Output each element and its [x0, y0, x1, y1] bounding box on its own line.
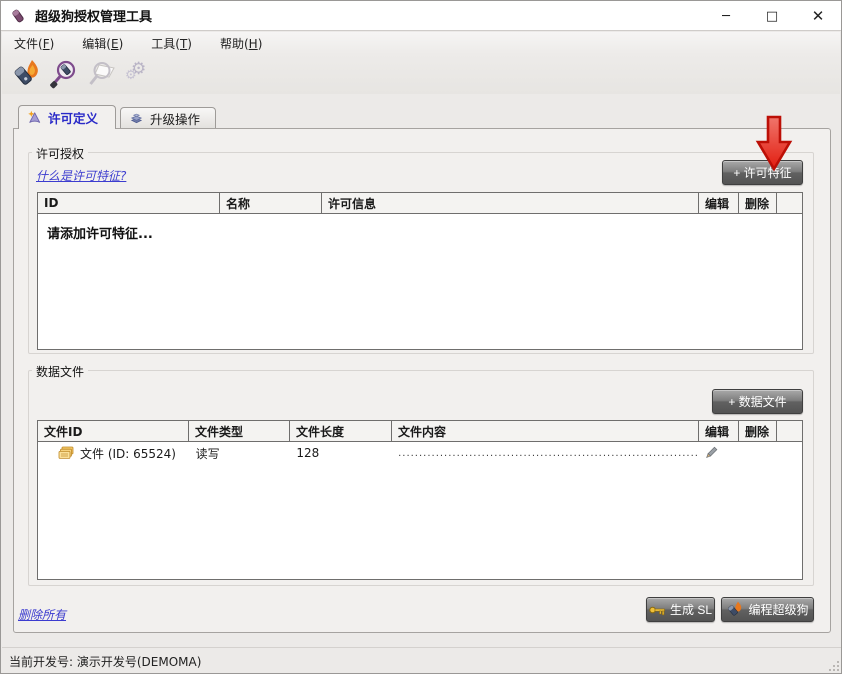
close-button[interactable]: ✕: [795, 1, 841, 31]
superdog-dongle-icon: [726, 601, 743, 618]
menu-bar: 文件(F) 编辑(E) 工具(T) 帮助(H): [2, 32, 840, 54]
file-edit-cell: [698, 442, 738, 464]
col-delete: 删除: [739, 192, 777, 214]
file-type-cell: 读写: [190, 442, 291, 464]
file-id-cell: 文件 (ID: 65524): [38, 442, 190, 464]
license-table-header: ID 名称 许可信息 编辑 删除: [37, 192, 803, 214]
program-superdog-label: 编程超级狗: [748, 601, 808, 618]
tab-upgrade-label: 升级操作: [150, 109, 200, 128]
maximize-button[interactable]: □: [749, 1, 795, 31]
menu-file[interactable]: 文件(F): [10, 33, 64, 54]
license-badge-icon: [27, 110, 42, 125]
title-bar: 超级狗授权管理工具 ─ □ ✕: [1, 1, 841, 31]
program-superdog-icon[interactable]: [10, 58, 42, 90]
settings-gears-icon[interactable]: ⚙ ⚙: [124, 58, 156, 90]
resize-grip[interactable]: [828, 660, 840, 672]
license-group-title: 许可授权: [32, 145, 88, 162]
col-name: 名称: [220, 192, 322, 214]
col-filler: [777, 192, 803, 214]
col-file-edit: 编辑: [699, 420, 739, 442]
annotation-arrow: [753, 115, 795, 173]
col-file-type: 文件类型: [189, 420, 290, 442]
menu-edit[interactable]: 编辑(E): [78, 33, 133, 54]
current-developer-id: 当前开发号: 演示开发号(DEMOMA): [9, 653, 201, 670]
toolbar: ⚙ ⚙: [2, 54, 840, 94]
license-table-body: 请添加许可特征...: [37, 214, 803, 350]
file-id-text: 文件 (ID: 65524): [80, 445, 176, 462]
empty-license-message: 请添加许可特征...: [38, 214, 802, 242]
file-delete-cell: [738, 442, 776, 464]
data-file-row[interactable]: 文件 (ID: 65524) 读写 128 ..................…: [38, 442, 802, 464]
col-license-info: 许可信息: [322, 192, 699, 214]
tab-license-label: 许可定义: [48, 108, 98, 127]
menu-help[interactable]: 帮助(H): [216, 33, 272, 54]
license-table: ID 名称 许可信息 编辑 删除 请添加许可特征...: [37, 192, 803, 350]
data-file-icon: [58, 446, 74, 460]
tab-license-definition[interactable]: 许可定义: [18, 105, 116, 129]
add-data-file-button[interactable]: + 数据文件: [712, 389, 803, 414]
generate-sl-label: 生成 SL: [670, 601, 712, 618]
key-icon: [649, 604, 665, 616]
col-id: ID: [37, 192, 220, 214]
menu-tools[interactable]: 工具(T): [147, 33, 202, 54]
license-definition-panel: 许可授权 什么是许可特征? + 许可特征 ID 名称 许可信息 编辑 删除 请添…: [13, 128, 831, 633]
window-title: 超级狗授权管理工具: [35, 6, 152, 25]
col-file-content: 文件内容: [392, 420, 699, 442]
status-bar: 当前开发号: 演示开发号(DEMOMA): [2, 647, 842, 674]
file-length-cell: 128: [290, 442, 392, 464]
minimize-button[interactable]: ─: [703, 1, 749, 31]
app-icon: [10, 8, 26, 24]
file-content-dots: ........................................…: [398, 448, 698, 459]
data-files-group-title: 数据文件: [32, 363, 88, 380]
app-window: 超级狗授权管理工具 ─ □ ✕ 文件(F) 编辑(E) 工具(T) 帮助(H): [0, 0, 842, 674]
inspect-file-icon[interactable]: [86, 58, 118, 90]
view-license-icon[interactable]: [48, 58, 80, 90]
col-file-length: 文件长度: [290, 420, 392, 442]
col-file-delete: 删除: [739, 420, 777, 442]
col-file-filler: [777, 420, 803, 442]
file-content-cell: ........................................…: [392, 442, 698, 464]
data-files-table-header: 文件ID 文件类型 文件长度 文件内容 编辑 删除: [37, 420, 803, 442]
what-is-license-feature-link[interactable]: 什么是许可特征?: [36, 167, 126, 184]
col-edit: 编辑: [699, 192, 739, 214]
generate-sl-button[interactable]: 生成 SL: [646, 597, 715, 622]
data-files-table: 文件ID 文件类型 文件长度 文件内容 编辑 删除: [37, 420, 803, 580]
tab-upgrade-operations[interactable]: 升级操作: [120, 107, 216, 129]
program-superdog-button[interactable]: 编程超级狗: [721, 597, 814, 622]
delete-all-link[interactable]: 删除所有: [18, 606, 66, 623]
data-files-table-body: 文件 (ID: 65524) 读写 128 ..................…: [37, 442, 803, 580]
col-file-id: 文件ID: [37, 420, 189, 442]
upgrade-docs-icon: [129, 111, 144, 126]
edit-pencil-icon[interactable]: [704, 446, 718, 460]
